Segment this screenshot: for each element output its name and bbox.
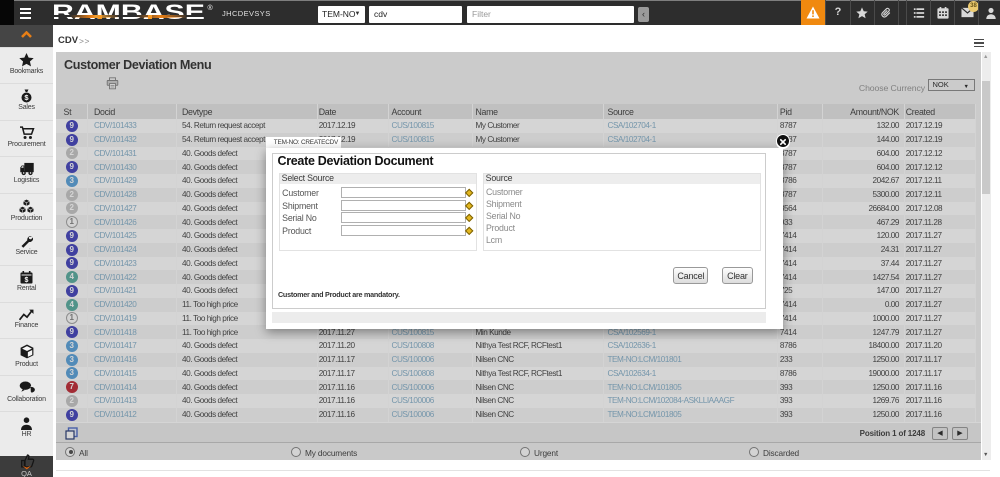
svg-text:$: $ [25,277,29,284]
